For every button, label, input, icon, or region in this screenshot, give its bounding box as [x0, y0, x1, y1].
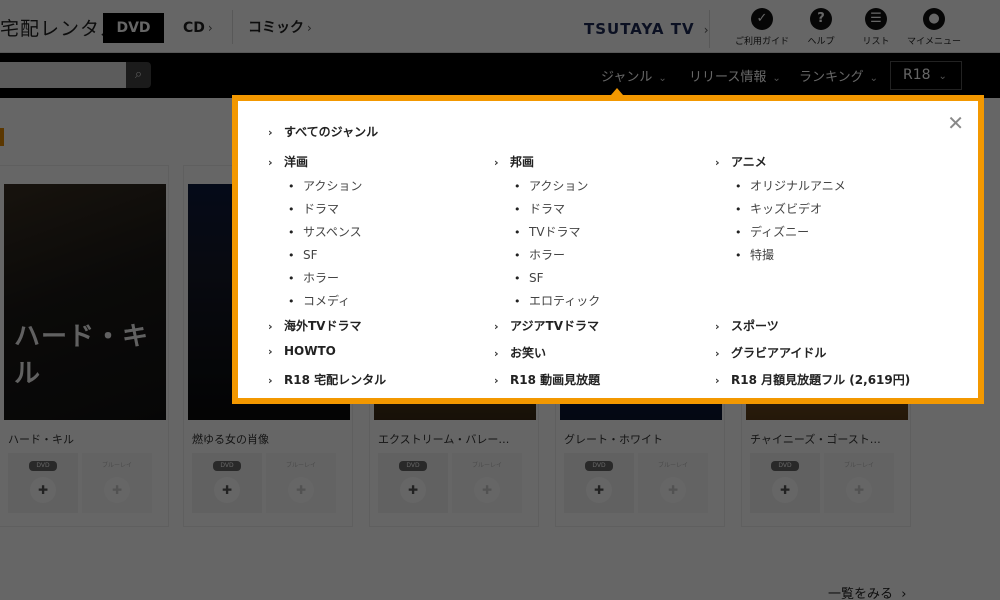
chevron-right-icon: › [268, 320, 273, 333]
chevron-right-icon: › [494, 347, 499, 360]
genre-link[interactable]: › アジアTVドラマ [494, 317, 599, 334]
subgenre-link[interactable]: ホラー [288, 267, 362, 290]
genre-link-label: 海外TVドラマ [284, 319, 362, 333]
subgenre-link[interactable]: アクション [288, 175, 362, 198]
subgenre-link[interactable]: ディズニー [735, 221, 846, 244]
genre-link[interactable]: › R18 宅配レンタル [268, 371, 386, 388]
genre-link-label: R18 宅配レンタル [284, 373, 387, 387]
genre-anime-sublist: オリジナルアニメ キッズビデオ ディズニー 特撮 [735, 175, 846, 267]
genre-western-movie[interactable]: › 洋画 [268, 153, 308, 170]
genre-all-label: すべてのジャンル [284, 125, 379, 139]
chevron-right-icon: › [494, 374, 499, 387]
genre-link[interactable]: › R18 月額見放題フル (2,619円) [715, 371, 910, 388]
genre-link-label: スポーツ [731, 319, 779, 333]
chevron-right-icon: › [494, 320, 499, 333]
genre-link[interactable]: › 海外TVドラマ [268, 317, 361, 334]
genre-anime[interactable]: › アニメ [715, 153, 767, 170]
genre-link-label: R18 動画見放題 [510, 373, 601, 387]
genre-japanese-sublist: アクション ドラマ TVドラマ ホラー SF エロティック [514, 175, 600, 313]
subgenre-link[interactable]: ドラマ [288, 198, 362, 221]
genre-link[interactable]: › HOWTO [268, 344, 336, 358]
genre-link-label: アジアTVドラマ [510, 319, 599, 333]
genre-link[interactable]: › グラビアアイドル [715, 344, 826, 361]
chevron-right-icon: › [715, 374, 720, 387]
genre-menu-panel: ✕ › すべてのジャンル › 洋画 アクション ドラマ サスペンス SF ホラー コ… [232, 95, 984, 404]
chevron-right-icon: › [268, 374, 273, 387]
subgenre-link[interactable]: サスペンス [288, 221, 362, 244]
subgenre-link[interactable]: TVドラマ [514, 221, 600, 244]
genre-link-label: グラビアアイドル [731, 346, 827, 360]
genre-title: 洋画 [284, 155, 309, 169]
subgenre-link[interactable]: SF [514, 267, 600, 290]
genre-link-label: R18 月額見放題フル (2,619円) [731, 373, 911, 387]
close-icon[interactable]: ✕ [947, 113, 964, 133]
chevron-right-icon: › [268, 345, 273, 358]
subgenre-link[interactable]: 特撮 [735, 244, 846, 267]
genre-link-label: お笑い [510, 346, 547, 360]
chevron-right-icon: › [268, 156, 273, 169]
chevron-right-icon: › [715, 156, 720, 169]
genre-link[interactable]: › スポーツ [715, 317, 779, 334]
genre-all-link[interactable]: › すべてのジャンル [268, 123, 378, 140]
chevron-right-icon: › [715, 320, 720, 333]
subgenre-link[interactable]: オリジナルアニメ [735, 175, 846, 198]
menu-pointer [611, 88, 623, 95]
genre-link[interactable]: › R18 動画見放題 [494, 371, 600, 388]
chevron-right-icon: › [715, 347, 720, 360]
chevron-right-icon: › [494, 156, 499, 169]
genre-title: アニメ [731, 155, 767, 169]
subgenre-link[interactable]: ドラマ [514, 198, 600, 221]
genre-link-label: HOWTO [284, 344, 336, 358]
genre-title: 邦画 [510, 155, 535, 169]
subgenre-link[interactable]: コメディ [288, 290, 362, 313]
subgenre-link[interactable]: エロティック [514, 290, 600, 313]
subgenre-link[interactable]: キッズビデオ [735, 198, 846, 221]
subgenre-link[interactable]: SF [288, 244, 362, 267]
genre-link[interactable]: › お笑い [494, 344, 546, 361]
chevron-right-icon: › [268, 126, 273, 139]
genre-western-sublist: アクション ドラマ サスペンス SF ホラー コメディ [288, 175, 362, 313]
genre-japanese-movie[interactable]: › 邦画 [494, 153, 534, 170]
subgenre-link[interactable]: ホラー [514, 244, 600, 267]
subgenre-link[interactable]: アクション [514, 175, 600, 198]
